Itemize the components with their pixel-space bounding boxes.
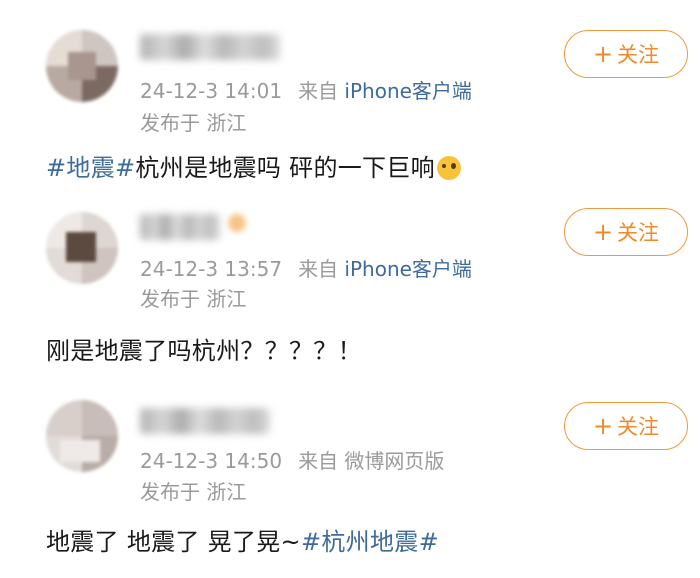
post-content: #地震#杭州是地震吗 砰的一下巨响	[46, 152, 461, 184]
hashtag[interactable]: #地震#	[46, 154, 135, 182]
post-meta: 24-12-3 14:01 来自 iPhone客户端	[140, 78, 472, 104]
user-badge-icon	[228, 214, 246, 232]
plus-icon: +	[592, 412, 614, 440]
follow-button[interactable]: + 关注	[564, 402, 688, 450]
post-meta: 24-12-3 13:57 来自 iPhone客户端	[140, 256, 472, 282]
post-text: 刚是地震了吗杭州？？？？！	[46, 337, 362, 365]
post-location: 发布于 浙江	[140, 287, 247, 311]
post-time: 24-12-3 14:50	[140, 449, 283, 473]
username-blurred[interactable]	[140, 408, 270, 434]
post-content: 地震了 地震了 晃了晃~#杭州地震#	[46, 526, 439, 558]
follow-label: 关注	[617, 221, 660, 245]
post-time: 24-12-3 13:57	[140, 257, 283, 281]
avatar[interactable]	[46, 400, 118, 472]
avatar[interactable]	[46, 212, 118, 284]
post-time: 24-12-3 14:01	[140, 79, 283, 103]
username-blurred[interactable]	[140, 34, 280, 60]
username-blurred[interactable]	[140, 214, 220, 240]
follow-label: 关注	[617, 415, 660, 439]
weibo-feed: 24-12-3 14:01 来自 iPhone客户端 发布于 浙江 + 关注 #地震…	[0, 0, 700, 578]
follow-label: 关注	[617, 43, 660, 67]
thinking-face-emoji-icon	[436, 156, 461, 180]
post-location: 发布于 浙江	[140, 480, 247, 504]
post-text: 地震了 地震了 晃了晃~	[46, 528, 301, 556]
follow-button[interactable]: + 关注	[564, 208, 688, 256]
hashtag[interactable]: #杭州地震#	[301, 528, 439, 556]
post-client[interactable]: iPhone客户端	[344, 79, 472, 103]
post-client[interactable]: iPhone客户端	[344, 257, 472, 281]
source-prefix: 来自	[298, 257, 345, 281]
post-client[interactable]: 微博网页版	[344, 449, 444, 473]
post-meta: 24-12-3 14:50 来自 微博网页版	[140, 448, 444, 474]
post-text: 杭州是地震吗 砰的一下巨响	[135, 154, 435, 182]
avatar[interactable]	[46, 30, 118, 102]
source-prefix: 来自	[298, 79, 345, 103]
plus-icon: +	[592, 218, 614, 246]
plus-icon: +	[592, 40, 614, 68]
follow-button[interactable]: + 关注	[564, 30, 688, 78]
post-content: 刚是地震了吗杭州？？？？！	[46, 335, 362, 367]
post-location: 发布于 浙江	[140, 111, 247, 135]
source-prefix: 来自	[298, 449, 345, 473]
